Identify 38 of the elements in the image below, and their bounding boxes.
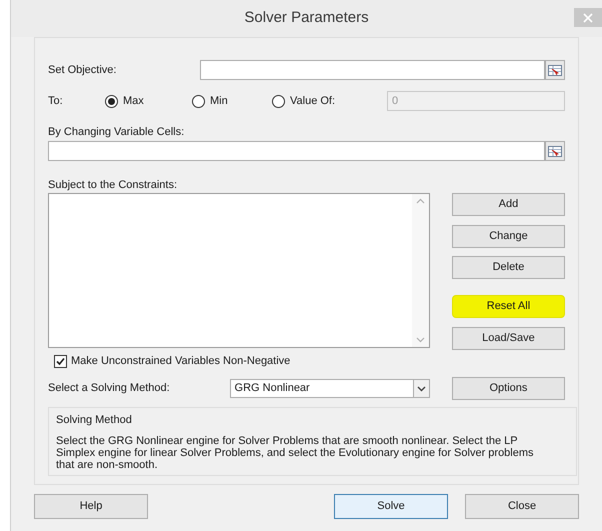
- range-select-icon: [548, 64, 562, 76]
- action-button[interactable]: Reset All: [452, 295, 565, 318]
- dialog-button[interactable]: Close: [465, 494, 579, 519]
- action-button[interactable]: Delete: [452, 256, 565, 279]
- radio-button[interactable]: [272, 94, 285, 108]
- action-button[interactable]: Load/Save: [452, 327, 565, 350]
- field-label: Select a Solving Method:: [48, 381, 171, 396]
- radio-button[interactable]: [192, 94, 205, 108]
- field-label: By Changing Variable Cells:: [48, 126, 184, 138]
- radio-label: Value Of:: [290, 94, 336, 109]
- options-button[interactable]: Options: [452, 377, 565, 400]
- range-select-button[interactable]: [545, 60, 565, 80]
- scroll-up-icon: [416, 198, 425, 204]
- dialog-button[interactable]: Solve: [334, 494, 448, 519]
- field-label: Set Objective:: [48, 62, 118, 78]
- dropdown-value: GRG Nonlinear: [234, 381, 311, 396]
- window-title: Solver Parameters: [244, 8, 369, 28]
- dialog-button[interactable]: Help: [34, 494, 148, 519]
- radio-label: Max: [123, 94, 144, 109]
- field-label: Subject to the Constraints:: [48, 179, 178, 191]
- variable-cells-field[interactable]: [48, 141, 545, 161]
- scroll-down-icon: [416, 337, 425, 343]
- radio-button[interactable]: [105, 94, 118, 108]
- range-select-button[interactable]: [545, 141, 565, 161]
- checkbox[interactable]: [54, 354, 67, 368]
- field-label: To:: [48, 94, 64, 109]
- radio-label: Min: [210, 94, 228, 109]
- method-description: Select the GRG Nonlinear engine for Solver Problems that are smooth nonlinear. Select the LP Simplex engine for linear Solver Problems, and select the Evolutionary engine for Solver problems that are non-smooth.: [56, 434, 535, 470]
- panel-title: Solving Method: [56, 413, 133, 428]
- scrollbar[interactable]: [412, 194, 429, 347]
- action-button[interactable]: Add: [452, 193, 565, 216]
- range-select-icon: [548, 146, 562, 156]
- checkbox-label: Make Unconstrained Variables Non-Negative: [71, 354, 290, 369]
- objective-field[interactable]: [200, 60, 545, 80]
- chevron-down-icon: [416, 386, 426, 392]
- method-dropdown[interactable]: GRG Nonlinear: [230, 379, 430, 398]
- close-icon: [583, 12, 593, 22]
- action-button[interactable]: Change: [452, 225, 565, 248]
